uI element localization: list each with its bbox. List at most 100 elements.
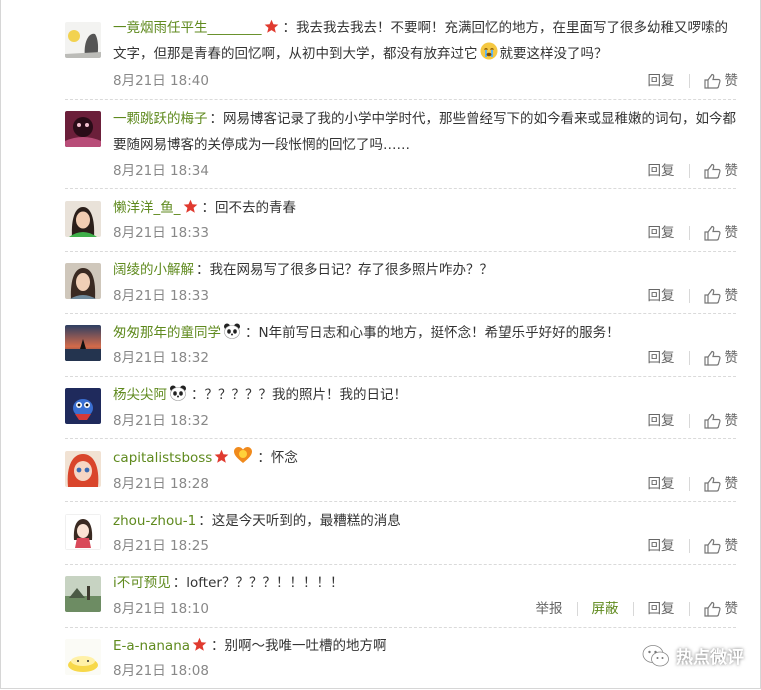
avatar[interactable] (65, 263, 101, 299)
divider-bar (688, 74, 690, 88)
username-link[interactable]: capitalistsboss (113, 450, 212, 466)
colon: ： (198, 513, 212, 529)
star-badge-icon (264, 19, 279, 34)
comment-text-block: i不可预见 ：lofter？？？？！！！！！ (113, 570, 738, 596)
divider-bar (632, 602, 634, 616)
like-button[interactable]: 赞 (703, 599, 738, 619)
reply-button[interactable]: 回复 (648, 348, 675, 368)
avatar[interactable] (65, 514, 101, 550)
thumbs-up-icon (703, 73, 721, 89)
timestamp: 8月21日 18:34 (113, 163, 209, 179)
like-label: 赞 (724, 73, 739, 89)
avatar[interactable] (65, 639, 101, 675)
panda-badge-icon (223, 323, 241, 339)
comment-meta: 8月21日 18:10 举报 屏蔽 回复 赞 (113, 599, 738, 619)
timestamp: 8月21日 18:32 (113, 413, 209, 429)
reply-button[interactable]: 回复 (648, 161, 675, 181)
comment-text: 回不去的青春 (215, 200, 296, 216)
colon: ： (201, 200, 216, 216)
divider-bar (576, 602, 578, 616)
like-button[interactable]: 赞 (703, 348, 738, 368)
username-link[interactable]: E-a-nanana (113, 638, 190, 654)
comment-meta: 8月21日 18:40 回复 赞 (113, 71, 738, 91)
comment-text-block: 一颗跳跃的梅子 ：网易博客记录了我的小学中学时代，那些曾经写下的如今看来或显稚嫩的… (113, 106, 738, 158)
colon: ： (211, 638, 225, 654)
username-link[interactable]: 懒洋洋_鱼_ (113, 200, 181, 216)
comment-divider (65, 99, 736, 101)
timestamp: 8月21日 18:25 (113, 538, 209, 554)
colon: ： (257, 450, 271, 466)
reply-button[interactable]: 回复 (648, 71, 675, 91)
like-button[interactable]: 赞 (703, 474, 739, 494)
avatar[interactable] (65, 22, 101, 58)
reply-button[interactable]: 回复 (648, 411, 675, 431)
like-label: 赞 (724, 476, 739, 492)
username-link[interactable]: zhou-zhou-1 (113, 513, 196, 529)
username-link[interactable]: 一颗跳跃的梅子 (113, 111, 208, 127)
report-button[interactable]: 举报 (536, 599, 563, 619)
timestamp: 8月21日 18:33 (113, 288, 209, 304)
like-button[interactable]: 赞 (703, 161, 738, 181)
like-label: 赞 (724, 288, 739, 304)
divider-bar (688, 539, 690, 553)
reply-button[interactable]: 回复 (648, 536, 675, 556)
like-button[interactable]: 赞 (703, 536, 738, 556)
comment-meta: 8月21日 18:25 回复 赞 (113, 536, 738, 556)
comment-divider (65, 627, 736, 629)
avatar[interactable] (65, 111, 101, 147)
like-button[interactable]: 赞 (703, 223, 738, 243)
star-badge-icon (183, 199, 198, 214)
avatar[interactable] (65, 325, 101, 361)
comment-text: N年前写日志和心事的地方，挺怀念！希望乐乎好好的服务！ (258, 325, 620, 341)
reply-button[interactable]: 回复 (648, 474, 675, 494)
thumbs-up-icon (703, 538, 721, 554)
reply-button[interactable]: 回复 (648, 599, 675, 619)
divider-bar (688, 226, 690, 240)
colon: ： (172, 575, 187, 591)
like-button[interactable]: 赞 (703, 71, 739, 91)
username-link[interactable]: 杨尖尖阿 (113, 387, 167, 403)
comment-meta: 8月21日 18:32 回复 赞 (113, 348, 738, 368)
like-button[interactable]: 赞 (703, 286, 739, 306)
username-link[interactable]: 匆匆那年的童同学 (113, 325, 221, 341)
comment-divider (65, 251, 736, 253)
avatar[interactable] (65, 451, 101, 487)
colon: ： (282, 20, 297, 36)
colon: ： (191, 387, 205, 403)
avatar[interactable] (65, 576, 101, 612)
avatar[interactable] (65, 388, 101, 424)
panda-badge-icon (169, 385, 187, 401)
comment-meta: 8月21日 18:32 回复 赞 (113, 411, 738, 431)
comment-text-block: 匆匆那年的童同学 ：N年前写日志和心事的地方，挺怀念！希望乐乎好好的服务！ (113, 320, 738, 346)
thumbs-up-icon (703, 476, 721, 492)
thumbs-up-icon (703, 601, 721, 617)
comment-text-block: 阔绫的小解解 ：我在网易写了很多日记？存了很多照片咋办？？ (113, 257, 738, 283)
reply-button[interactable]: 回复 (648, 286, 675, 306)
timestamp: 8月21日 18:10 (113, 601, 209, 617)
thumbs-up-icon (703, 288, 721, 304)
timestamp: 8月21日 18:08 (113, 663, 209, 679)
comment-text: 怀念 (270, 450, 298, 466)
comment-meta: 8月21日 18:33 回复 赞 (113, 223, 738, 243)
comment-divider (65, 376, 736, 378)
block-button[interactable]: 屏蔽 (592, 599, 619, 619)
comment-meta: 8月21日 18:33 回复 赞 (113, 286, 738, 306)
comment-text-block: zhou-zhou-1 ：这是今天听到的，最糟糕的消息 (113, 508, 738, 534)
star-badge-icon (192, 637, 207, 652)
username-link[interactable]: 阔绫的小解解 (113, 262, 194, 278)
comment-text-block: 一竟烟雨任平生________ ：我去我去我去！不要啊！充满回忆的地方，在里面写了… (113, 15, 738, 67)
thumbs-up-icon (703, 163, 721, 179)
username-link[interactable]: 一竟烟雨任平生________ (113, 20, 262, 36)
like-button[interactable]: 赞 (703, 411, 738, 431)
comment-text: ？？？？？我的照片！我的日记！ (204, 387, 408, 403)
colon: ： (245, 325, 259, 341)
divider-bar (688, 351, 690, 365)
comment-text: 这是今天听到的，最糟糕的消息 (211, 513, 401, 529)
comment-meta: 8月21日 18:34 回复 赞 (113, 161, 738, 181)
username-link[interactable]: i不可预见 (113, 575, 171, 591)
timestamp: 8月21日 18:28 (113, 476, 209, 492)
comment-divider (65, 501, 736, 503)
reply-button[interactable]: 回复 (648, 223, 675, 243)
vip-badge-icon (233, 446, 253, 464)
avatar[interactable] (65, 201, 101, 237)
